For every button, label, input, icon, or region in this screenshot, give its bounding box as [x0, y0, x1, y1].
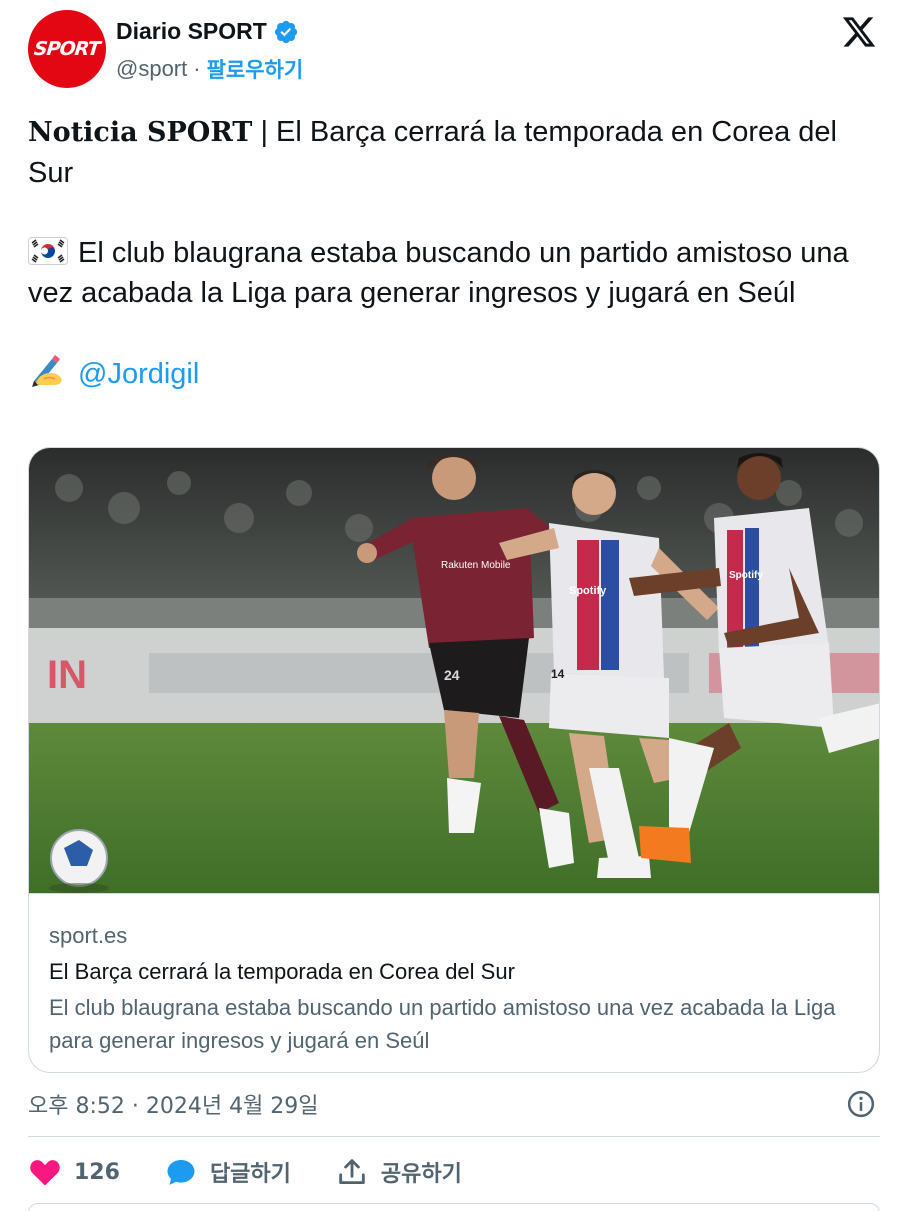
- info-icon[interactable]: [846, 1089, 876, 1119]
- reply-button[interactable]: 답글하기: [164, 1155, 291, 1189]
- heart-icon: [30, 1160, 60, 1186]
- tweet-actions: 126 답글하기 공유하기: [28, 1150, 880, 1194]
- tweet-paragraph: El club blaugrana estaba buscando un par…: [28, 233, 878, 313]
- card-description: El club blaugrana estaba buscando un par…: [49, 995, 836, 1053]
- tweet-text: Noticia SPORT | El Barça cerrará la temp…: [28, 112, 878, 434]
- avatar[interactable]: SPORT: [28, 10, 106, 88]
- sponsor-spotify-1: Spotify: [569, 585, 607, 597]
- reply-label: 답글하기: [209, 1162, 291, 1187]
- verified-badge-icon: [274, 20, 297, 43]
- korea-flag-icon: [28, 237, 68, 265]
- tweet-lead-bold: Noticia SPORT: [28, 117, 253, 148]
- avatar-logo-text: SPORT: [33, 38, 101, 60]
- like-button[interactable]: 126: [28, 1155, 120, 1189]
- svg-text:IN: IN: [47, 653, 87, 697]
- reply-bubble-icon: [167, 1159, 195, 1185]
- author-handle-row: @sport · 팔로우하기: [116, 54, 303, 84]
- share-button[interactable]: 공유하기: [335, 1155, 462, 1189]
- card-domain: sport.es: [49, 923, 128, 948]
- card-text[interactable]: sport.es El Barça cerrará la temporada e…: [29, 893, 879, 1072]
- tweet-timestamp[interactable]: 오후 8:52 · 2024년 4월 29일: [28, 1088, 319, 1120]
- share-icon: [339, 1159, 365, 1185]
- read-replies-box[interactable]: [28, 1203, 880, 1211]
- author-name-row: Diario SPORT: [116, 18, 299, 45]
- tweet-headline: Noticia SPORT | El Barça cerrará la temp…: [28, 112, 878, 193]
- link-preview-card[interactable]: IN Rakuten Mobile 24 Spotify 14 Spotify …: [28, 447, 880, 1073]
- tweet-paragraph-text: El club blaugrana estaba buscando un par…: [28, 237, 849, 309]
- mention-link[interactable]: @Jordigil: [78, 358, 199, 390]
- author-display-name[interactable]: Diario SPORT: [116, 18, 267, 45]
- divider: [28, 1136, 880, 1137]
- player-number-24: 24: [444, 667, 460, 683]
- like-count: 126: [74, 1159, 120, 1185]
- x-logo-icon[interactable]: [840, 14, 878, 50]
- separator-dot: ·: [193, 56, 201, 81]
- share-label: 공유하기: [380, 1162, 462, 1187]
- writing-hand-icon: [32, 355, 62, 387]
- author-handle[interactable]: @sport: [116, 56, 187, 82]
- sponsor-spotify-2: Spotify: [729, 570, 763, 581]
- follow-button[interactable]: 팔로우하기: [207, 54, 304, 84]
- article-photo[interactable]: IN Rakuten Mobile 24 Spotify 14 Spotify: [29, 448, 880, 893]
- card-title: El Barça cerrará la temporada en Corea d…: [49, 959, 515, 984]
- player-number-14: 14: [551, 667, 565, 681]
- tweet-author-credit: @Jordigil: [28, 353, 878, 394]
- tweet-header: SPORT Diario SPORT @sport · 팔로우하기: [28, 8, 880, 92]
- sponsor-rakuten: Rakuten Mobile: [441, 560, 511, 571]
